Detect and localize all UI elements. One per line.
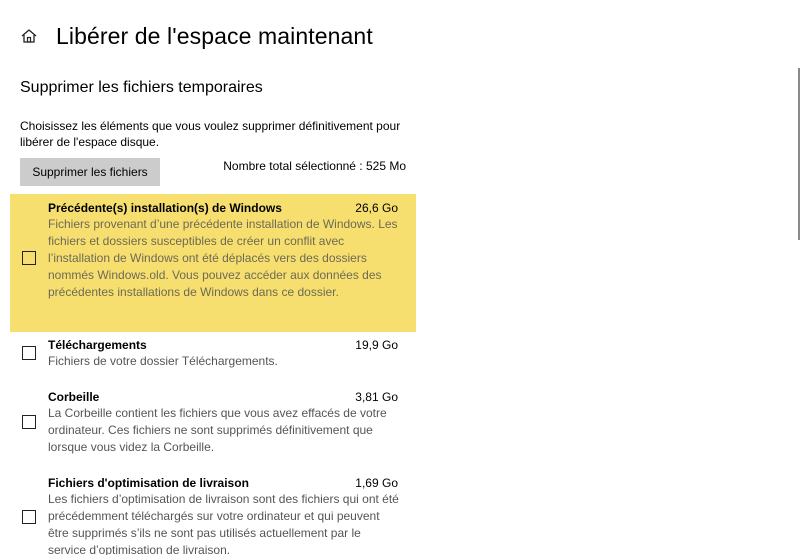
item-size: 19,9 Go	[355, 338, 398, 352]
item-name: Corbeille	[48, 390, 100, 404]
home-icon[interactable]	[20, 27, 38, 45]
delete-files-button[interactable]: Supprimer les fichiers	[20, 158, 160, 186]
total-selected-label: Nombre total sélectionné : 525 Mo	[223, 159, 406, 173]
item-size: 26,6 Go	[355, 201, 398, 215]
storage-sense-page: Libérer de l'espace maintenant Supprimer…	[0, 0, 800, 555]
item-size: 3,81 Go	[355, 390, 398, 404]
page-header: Libérer de l'espace maintenant	[20, 20, 373, 52]
item-description: La Corbeille contient les fichiers que v…	[48, 406, 387, 454]
checkbox-downloads[interactable]	[22, 346, 36, 360]
item-size: 1,69 Go	[355, 476, 398, 490]
action-row: Supprimer les fichiers Nombre total séle…	[20, 157, 408, 186]
checkbox-windows-old[interactable]	[22, 251, 36, 265]
item-name: Téléchargements	[48, 338, 147, 352]
list-item-delivery-optimization[interactable]: Fichiers d'optimisation de livraison 1,6…	[10, 470, 416, 555]
section-description: Choisissez les éléments que vous voulez …	[20, 119, 401, 149]
item-name: Fichiers d'optimisation de livraison	[48, 476, 249, 490]
checkbox-delivery-optimization[interactable]	[22, 510, 36, 524]
item-description: Les fichiers d’optimisation de livraison…	[48, 492, 399, 555]
section-title: Supprimer les fichiers temporaires	[20, 79, 263, 96]
item-description: Fichiers provenant d’une précédente inst…	[48, 217, 398, 299]
item-name: Précédente(s) installation(s) de Windows	[48, 201, 282, 215]
item-description: Fichiers de votre dossier Téléchargement…	[48, 354, 278, 368]
checkbox-recycle-bin[interactable]	[22, 415, 36, 429]
page-title: Libérer de l'espace maintenant	[56, 22, 373, 49]
list-item-windows-old[interactable]: Précédente(s) installation(s) de Windows…	[10, 194, 416, 332]
list-item-recycle-bin[interactable]: Corbeille 3,81 Go La Corbeille contient …	[10, 384, 416, 462]
list-item-downloads[interactable]: Téléchargements 19,9 Go Fichiers de votr…	[10, 332, 416, 374]
